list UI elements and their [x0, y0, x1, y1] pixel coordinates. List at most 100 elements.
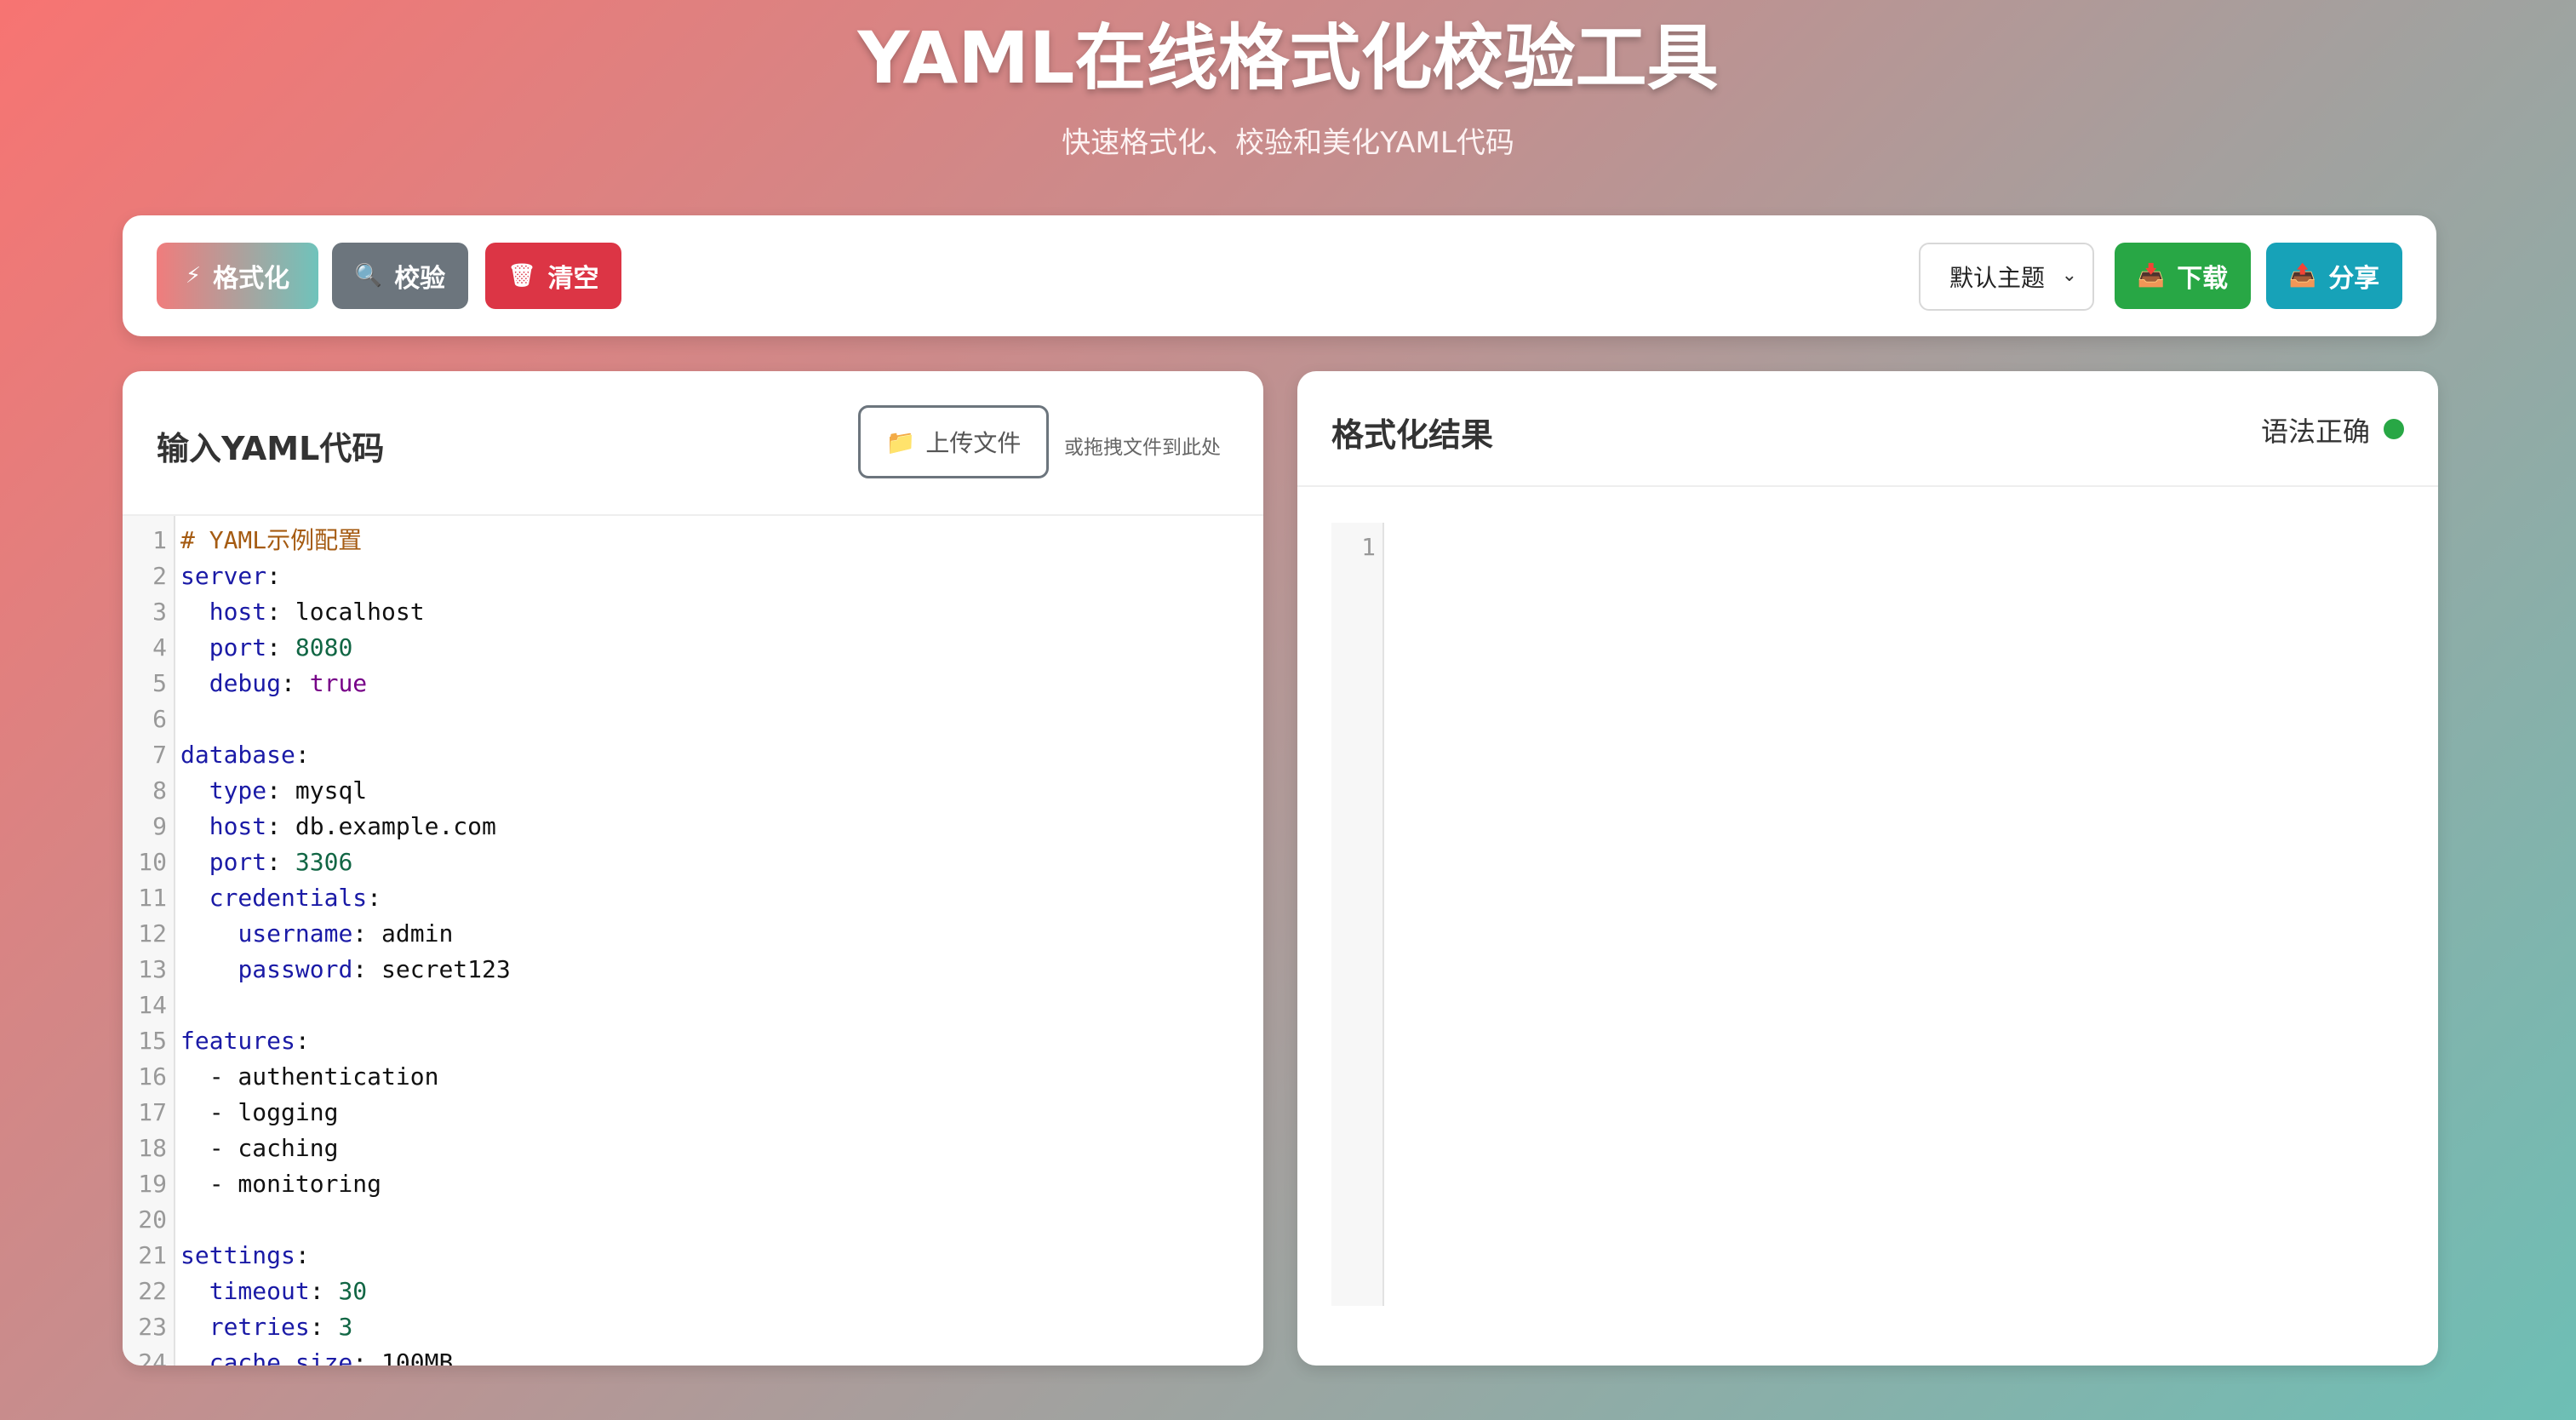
code-token-plain: : [309, 1313, 339, 1341]
line-number: 7 [152, 741, 167, 769]
line-number: 15 [138, 1027, 167, 1055]
code-line: port: 3306 [180, 845, 353, 880]
line-number: 14 [138, 991, 167, 1019]
share-button[interactable]: 📤 分享 [2266, 243, 2402, 309]
code-token-plain: : [266, 598, 295, 626]
code-token-plain: : [295, 1027, 310, 1055]
input-panel-header: 输入YAML代码 📁 上传文件 或拖拽文件到此处 [123, 371, 1263, 516]
input-panel: 输入YAML代码 📁 上传文件 或拖拽文件到此处 1 # YAML示例配置 2 ser… [123, 371, 1263, 1366]
lightning-icon: ⚡ [185, 263, 202, 289]
code-token-key: cache_size [209, 1348, 353, 1366]
line-number: 5 [152, 669, 167, 697]
code-line: username: admin [180, 916, 453, 952]
code-token-num: 3 [338, 1313, 353, 1341]
code-token-key: host [209, 812, 267, 840]
code-line: timeout: 30 [180, 1274, 367, 1309]
clear-button[interactable]: 🗑 清空 [485, 243, 621, 309]
code-line: debug: true [180, 666, 367, 701]
validate-button-label: 校验 [394, 264, 446, 294]
line-number: 24 [138, 1348, 167, 1366]
page-title: YAML在线格式化校验工具 [857, 16, 1719, 100]
upload-file-label: 上传文件 [925, 429, 1022, 457]
code-token-key: port [209, 848, 267, 876]
line-number: 13 [138, 955, 167, 983]
code-token-plain: : [266, 812, 295, 840]
line-number: 3 [152, 598, 167, 626]
download-tray-icon: 📥 [2137, 263, 2166, 289]
code-token-plain: - monitoring [180, 1170, 382, 1198]
code-token-plain: : [295, 741, 310, 769]
code-line: server: [180, 558, 281, 594]
line-number: 21 [138, 1241, 167, 1269]
code-token-plain: - caching [180, 1134, 339, 1162]
yaml-output-editor[interactable]: 1 [1331, 523, 1384, 1306]
code-token-plain: : [367, 884, 382, 912]
theme-select[interactable]: 默认主题 ⌄ [1919, 243, 2094, 311]
code-token-key: debug [209, 669, 282, 697]
code-line: - authentication [180, 1059, 439, 1095]
line-number: 18 [138, 1134, 167, 1162]
code-token-str: mysql [295, 776, 368, 804]
code-token-key: timeout [209, 1277, 310, 1305]
code-token-plain: : [266, 848, 295, 876]
download-button[interactable]: 📥 下载 [2115, 243, 2251, 309]
code-token-key: retries [209, 1313, 310, 1341]
code-token-key: port [209, 633, 267, 661]
code-line: settings: [180, 1238, 310, 1274]
code-token-plain: : [352, 919, 382, 948]
code-line: database: [180, 737, 310, 773]
syntax-status-text: 语法正确 [2260, 415, 2370, 448]
line-number: 23 [138, 1313, 167, 1341]
line-number: 1 [152, 526, 167, 554]
status-indicator-dot [2384, 419, 2404, 439]
code-token-bool: true [309, 669, 368, 697]
download-button-label: 下载 [2177, 264, 2229, 294]
code-line: retries: 3 [180, 1309, 353, 1345]
yaml-input-editor[interactable]: 1 # YAML示例配置 2 server: 3 host: localhost 4 po… [123, 516, 1263, 1366]
code-line: host: localhost [180, 594, 425, 630]
code-token-num: 3306 [295, 848, 353, 876]
code-token-key: database [180, 741, 295, 769]
output-panel-header: 格式化结果 语法正确 [1297, 371, 2438, 487]
code-token-plain: : [281, 669, 310, 697]
code-line: credentials: [180, 880, 381, 916]
line-number: 10 [138, 848, 167, 876]
upload-file-button[interactable]: 📁 上传文件 [858, 405, 1049, 478]
code-token-key: username [238, 919, 353, 948]
share-button-label: 分享 [2328, 264, 2380, 294]
format-button[interactable]: ⚡ 格式化 [157, 243, 318, 309]
code-token-comment: # YAML示例配置 [180, 526, 363, 554]
input-panel-title: 输入YAML代码 [157, 430, 385, 467]
code-line: host: db.example.com [180, 809, 496, 845]
output-line-number: 1 [1361, 533, 1376, 561]
code-line: cache_size: 100MB [180, 1345, 454, 1366]
line-number: 12 [138, 919, 167, 948]
code-token-key: credentials [209, 884, 368, 912]
code-token-key: settings [180, 1241, 295, 1269]
page-subtitle: 快速格式化、校验和美化YAML代码 [1062, 126, 1514, 160]
code-token-num: 8080 [295, 633, 353, 661]
code-token-plain: : [266, 776, 295, 804]
code-token-str: localhost [295, 598, 425, 626]
code-line: type: mysql [180, 773, 367, 809]
clear-button-label: 清空 [547, 264, 599, 294]
validate-button[interactable]: 🔍 校验 [332, 243, 468, 309]
line-number: 6 [152, 705, 167, 733]
code-line: - logging [180, 1095, 339, 1131]
code-token-str: db.example.com [295, 812, 496, 840]
theme-select-value: 默认主题 [1949, 264, 2046, 292]
code-token-key: host [209, 598, 267, 626]
line-number: 8 [152, 776, 167, 804]
format-button-label: 格式化 [213, 264, 290, 294]
code-line: features: [180, 1023, 310, 1059]
code-token-plain: : [266, 562, 282, 590]
code-token-str: secret123 [381, 955, 511, 983]
